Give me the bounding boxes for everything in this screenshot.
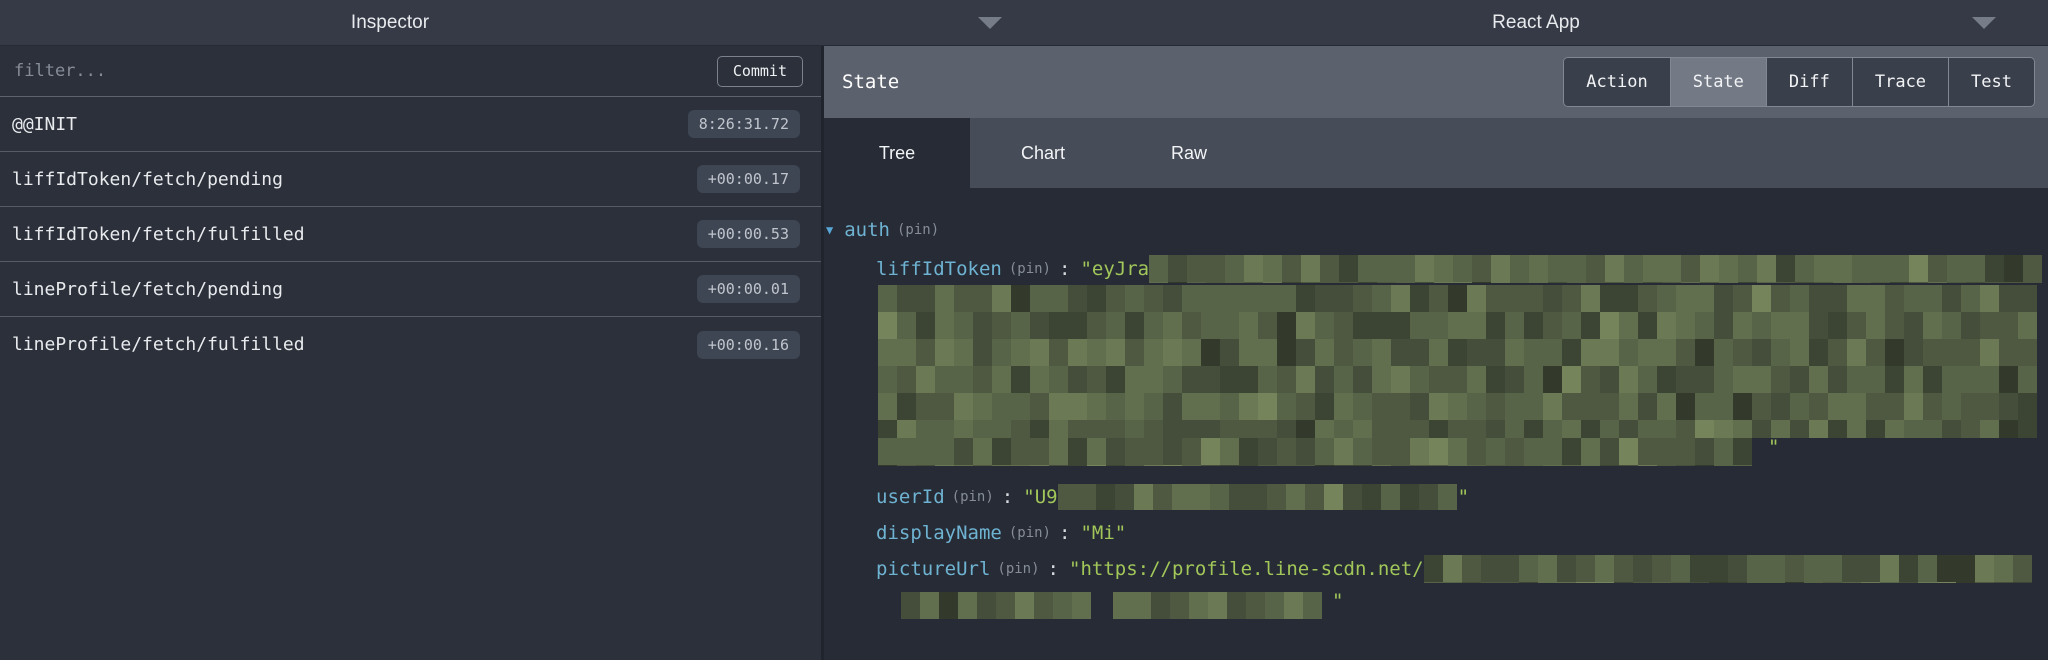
action-list-item[interactable]: @@INIT 8:26:31.72 xyxy=(0,97,821,152)
tree-key-userid[interactable]: userId xyxy=(876,486,945,508)
redux-devtools-window: Inspector React App Commit @@INIT 8:26:3… xyxy=(0,0,2048,660)
string-value-suffix: " xyxy=(1768,436,1780,458)
action-label: liffIdToken/fetch/pending xyxy=(12,168,283,190)
tree-node-userid: userId (pin) : "U9 " xyxy=(876,482,1469,512)
redacted-value-blur xyxy=(1057,484,1458,510)
pin-link[interactable]: (pin) xyxy=(952,489,994,505)
action-timestamp-badge: +00:00.53 xyxy=(696,220,800,248)
state-panel: State Action State Diff Trace Test Tree … xyxy=(824,46,2048,660)
tab-diff[interactable]: Diff xyxy=(1765,58,1852,106)
action-list-panel: Commit @@INIT 8:26:31.72 liffIdToken/fet… xyxy=(0,46,824,660)
view-tab-bar: Tree Chart Raw xyxy=(824,118,2048,188)
tree-node-auth: ▼ auth (pin) xyxy=(826,215,947,245)
pin-link[interactable]: (pin) xyxy=(1009,525,1051,541)
subtab-raw[interactable]: Raw xyxy=(1116,118,1262,188)
chevron-down-icon[interactable] xyxy=(1972,17,1996,29)
colon: : xyxy=(1059,258,1071,280)
tab-trace[interactable]: Trace xyxy=(1851,58,1949,106)
colon: : xyxy=(1047,558,1059,580)
tree-node-liffidtoken: liffIdToken (pin) : "eyJra xyxy=(876,254,2048,284)
tree-node-pictureurl: pictureUrl (pin) : "https://profile.line… xyxy=(876,554,2048,584)
redacted-value-blur xyxy=(1423,555,2048,583)
action-label: lineProfile/fetch/fulfilled xyxy=(12,334,305,355)
tab-test[interactable]: Test xyxy=(1948,58,2034,106)
action-list-item[interactable]: liffIdToken/fetch/fulfilled +00:00.53 xyxy=(0,207,821,262)
action-timestamp-badge: +00:00.17 xyxy=(696,165,800,193)
monitor-selector[interactable]: Inspector xyxy=(0,0,780,45)
redacted-value-blur xyxy=(1149,255,2048,283)
action-label: lineProfile/fetch/pending xyxy=(12,278,283,300)
section-title: State xyxy=(842,71,900,93)
monitor-title: Inspector xyxy=(350,12,430,33)
tree-key-auth[interactable]: auth xyxy=(844,219,890,241)
tab-action[interactable]: Action xyxy=(1564,58,1670,106)
string-value-prefix: "U9 xyxy=(1023,486,1058,508)
string-value: "Mi" xyxy=(1080,522,1127,544)
string-value-prefix: "eyJra xyxy=(1080,258,1150,280)
tab-state[interactable]: State xyxy=(1669,58,1766,106)
colon: : xyxy=(1059,522,1071,544)
action-list-item[interactable]: liffIdToken/fetch/pending +00:00.17 xyxy=(0,152,821,207)
mode-tab-group: Action State Diff Trace Test xyxy=(1563,57,2035,107)
subtab-chart[interactable]: Chart xyxy=(970,118,1116,188)
action-timestamp-badge: +00:00.01 xyxy=(696,275,800,303)
action-label: @@INIT xyxy=(12,113,78,135)
expand-arrow-icon[interactable]: ▼ xyxy=(826,223,833,237)
redacted-value-blur xyxy=(878,285,2048,438)
tree-node-displayname: displayName (pin) : "Mi" xyxy=(876,518,1126,548)
pin-link[interactable]: (pin) xyxy=(1009,261,1051,277)
redacted-value-blur xyxy=(901,592,1099,619)
pin-link[interactable]: (pin) xyxy=(997,561,1039,577)
string-value-suffix: " xyxy=(1457,486,1470,508)
devtools-topbar: Inspector React App xyxy=(0,0,2048,46)
action-list-item[interactable]: lineProfile/fetch/pending +00:00.01 xyxy=(0,262,821,317)
filter-input[interactable] xyxy=(12,60,717,82)
filter-row: Commit xyxy=(0,46,821,97)
tree-key-liffidtoken[interactable]: liffIdToken xyxy=(876,258,1002,280)
colon: : xyxy=(1001,486,1014,508)
action-timestamp-badge: 8:26:31.72 xyxy=(687,110,800,138)
string-value-prefix: "https://profile.line-scdn.net/ xyxy=(1069,558,1424,580)
tree-key-pictureurl[interactable]: pictureUrl xyxy=(876,558,990,580)
action-label: liffIdToken/fetch/fulfilled xyxy=(12,223,305,245)
chevron-down-icon[interactable] xyxy=(978,17,1002,29)
action-list-item[interactable]: lineProfile/fetch/fulfilled +00:00.16 xyxy=(0,317,821,372)
string-value-suffix: " xyxy=(1332,590,1344,612)
pin-link[interactable]: (pin) xyxy=(897,222,939,238)
state-tree-view: ▼ auth (pin) liffIdToken (pin) : "eyJra … xyxy=(824,188,2048,660)
state-header: State Action State Diff Trace Test xyxy=(824,46,2048,118)
instance-title: React App xyxy=(1492,12,1580,33)
redacted-value-blur xyxy=(1113,592,1328,619)
instance-selector[interactable]: React App xyxy=(1024,0,2048,45)
action-timestamp-badge: +00:00.16 xyxy=(696,330,800,359)
subtab-tree[interactable]: Tree xyxy=(824,118,970,188)
redacted-value-blur xyxy=(878,438,1760,466)
tree-key-displayname[interactable]: displayName xyxy=(876,522,1002,544)
commit-button[interactable]: Commit xyxy=(716,55,803,87)
